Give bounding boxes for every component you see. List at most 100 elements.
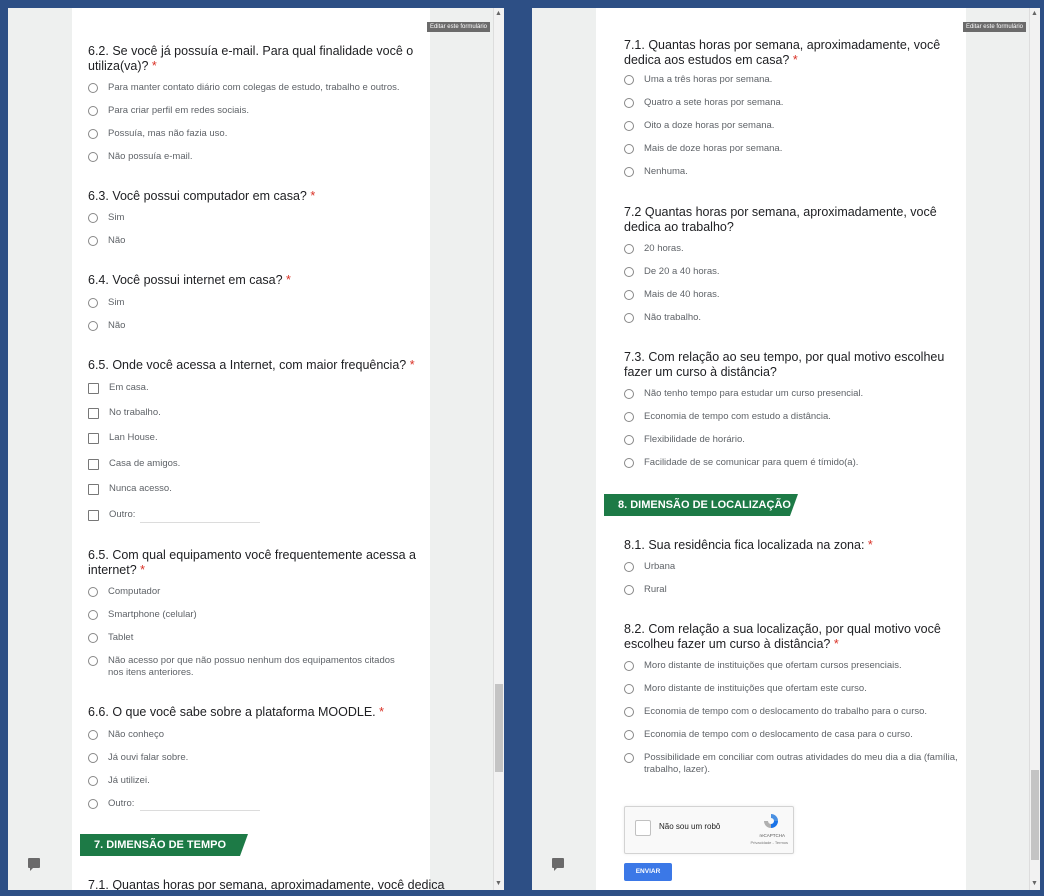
option[interactable]: Lan House.: [88, 432, 158, 446]
option[interactable]: Já utilizei.: [88, 775, 150, 789]
option[interactable]: Economia de tempo com estudo a distância…: [624, 411, 831, 425]
radio-button[interactable]: [88, 321, 98, 331]
radio-button[interactable]: [624, 167, 634, 177]
radio-button[interactable]: [88, 633, 98, 643]
edit-form-button[interactable]: Editar este formulário: [426, 22, 490, 32]
option[interactable]: Nunca acesso.: [88, 483, 172, 497]
radio-button[interactable]: [624, 144, 634, 154]
radio-button[interactable]: [624, 98, 634, 108]
radio-button[interactable]: [624, 267, 634, 277]
other-input-line[interactable]: [140, 522, 260, 523]
radio-button[interactable]: [624, 290, 634, 300]
option[interactable]: Oito a doze horas por semana.: [624, 120, 774, 134]
radio-button[interactable]: [88, 152, 98, 162]
radio-button[interactable]: [624, 412, 634, 422]
radio-button[interactable]: [88, 730, 98, 740]
radio-button[interactable]: [88, 213, 98, 223]
option[interactable]: Nenhuma.: [624, 166, 688, 180]
scrollbar-thumb[interactable]: [495, 684, 503, 772]
radio-button[interactable]: [88, 298, 98, 308]
radio-button[interactable]: [88, 656, 98, 666]
radio-button[interactable]: [624, 684, 634, 694]
radio-button[interactable]: [88, 587, 98, 597]
radio-button[interactable]: [88, 753, 98, 763]
radio-button[interactable]: [624, 585, 634, 595]
radio-button[interactable]: [88, 129, 98, 139]
option[interactable]: Em casa.: [88, 382, 149, 396]
option[interactable]: No trabalho.: [88, 407, 161, 421]
radio-button[interactable]: [88, 776, 98, 786]
option[interactable]: Para criar perfil em redes sociais.: [88, 105, 249, 119]
option[interactable]: Outro:: [88, 509, 135, 523]
option[interactable]: Possuía, mas não fazia uso.: [88, 128, 227, 142]
option[interactable]: Facilidade de se comunicar para quem é t…: [624, 457, 858, 471]
radio-button[interactable]: [624, 707, 634, 717]
scroll-down-icon[interactable]: ▼: [1031, 880, 1038, 888]
radio-button[interactable]: [88, 610, 98, 620]
option[interactable]: Não acesso por que não possuo nenhum dos…: [88, 655, 408, 679]
radio-button[interactable]: [624, 435, 634, 445]
option[interactable]: Não conheço: [88, 729, 164, 743]
feedback-icon[interactable]: [28, 858, 40, 871]
checkbox[interactable]: [88, 383, 99, 394]
option[interactable]: Outro:: [88, 798, 134, 812]
scrollbar[interactable]: ▲ ▼: [1029, 8, 1040, 890]
radio-button[interactable]: [624, 313, 634, 323]
option[interactable]: Moro distante de instituições que oferta…: [624, 660, 902, 674]
radio-button[interactable]: [624, 562, 634, 572]
recaptcha-terms[interactable]: Privacidade - Termos: [751, 840, 789, 845]
option[interactable]: Possibilidade em conciliar com outras at…: [624, 752, 959, 776]
option[interactable]: Tablet: [88, 632, 133, 646]
checkbox[interactable]: [88, 408, 99, 419]
radio-button[interactable]: [624, 730, 634, 740]
option[interactable]: Quatro a sete horas por semana.: [624, 97, 783, 111]
option[interactable]: Mais de doze horas por semana.: [624, 143, 782, 157]
option[interactable]: Economia de tempo com o deslocamento do …: [624, 706, 927, 720]
radio-button[interactable]: [624, 75, 634, 85]
option[interactable]: Smartphone (celular): [88, 609, 197, 623]
option[interactable]: Não tenho tempo para estudar um curso pr…: [624, 388, 863, 402]
checkbox[interactable]: [88, 433, 99, 444]
radio-button[interactable]: [88, 106, 98, 116]
option[interactable]: Casa de amigos.: [88, 458, 180, 472]
radio-button[interactable]: [624, 389, 634, 399]
radio-button[interactable]: [624, 458, 634, 468]
checkbox[interactable]: [88, 510, 99, 521]
radio-button[interactable]: [88, 236, 98, 246]
radio-button[interactable]: [88, 83, 98, 93]
other-input-line[interactable]: [140, 810, 260, 811]
scrollbar[interactable]: ▲ ▼: [493, 8, 504, 890]
radio-button[interactable]: [624, 244, 634, 254]
option[interactable]: Flexibilidade de horário.: [624, 434, 745, 448]
checkbox[interactable]: [88, 484, 99, 495]
option[interactable]: Já ouvi falar sobre.: [88, 752, 188, 766]
radio-button[interactable]: [624, 753, 634, 763]
submit-button[interactable]: ENVIAR: [624, 863, 672, 881]
option[interactable]: Mais de 40 horas.: [624, 289, 720, 303]
option[interactable]: Computador: [88, 586, 160, 600]
option[interactable]: Rural: [624, 584, 667, 598]
option[interactable]: Urbana: [624, 561, 675, 575]
checkbox[interactable]: [88, 459, 99, 470]
radio-button[interactable]: [624, 121, 634, 131]
option[interactable]: Uma a três horas por semana.: [624, 74, 772, 88]
option[interactable]: Sim: [88, 212, 124, 226]
option[interactable]: Não possuía e-mail.: [88, 151, 192, 165]
option[interactable]: Não: [88, 235, 125, 249]
feedback-icon[interactable]: [552, 858, 564, 871]
option[interactable]: Economia de tempo com o deslocamento de …: [624, 729, 913, 743]
recaptcha-checkbox[interactable]: [635, 820, 651, 836]
option[interactable]: 20 horas.: [624, 243, 684, 257]
edit-form-button[interactable]: Editar este formulário: [962, 22, 1026, 32]
option[interactable]: De 20 a 40 horas.: [624, 266, 720, 280]
scrollbar-thumb[interactable]: [1031, 770, 1039, 860]
scroll-up-icon[interactable]: ▲: [1031, 10, 1038, 18]
option[interactable]: Moro distante de instituições que oferta…: [624, 683, 867, 697]
scroll-up-icon[interactable]: ▲: [495, 10, 502, 18]
option[interactable]: Não trabalho.: [624, 312, 701, 326]
option[interactable]: Para manter contato diário com colegas d…: [88, 82, 400, 96]
option[interactable]: Sim: [88, 297, 124, 311]
scroll-down-icon[interactable]: ▼: [495, 880, 502, 888]
option[interactable]: Não: [88, 320, 125, 334]
radio-button[interactable]: [624, 661, 634, 671]
